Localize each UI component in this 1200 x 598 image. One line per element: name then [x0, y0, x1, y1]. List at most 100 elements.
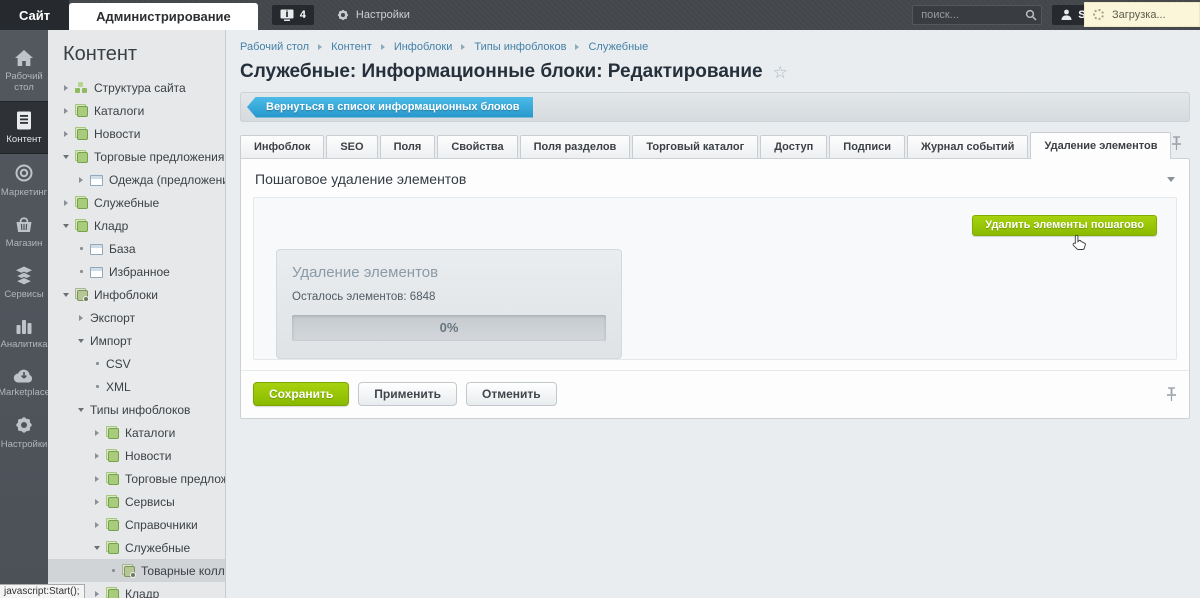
tree-item-infoblocks[interactable]: Инфоблоки	[48, 283, 225, 306]
tree-item-infoblock-types[interactable]: Типы инфоблоков	[48, 398, 225, 421]
pin-icon[interactable]	[1171, 136, 1182, 151]
tree-item-type-directories[interactable]: Справочники	[48, 513, 225, 536]
tree-item-service[interactable]: Служебные	[48, 191, 225, 214]
collapse-arrow-icon[interactable]	[78, 407, 84, 412]
rail-item-desktop[interactable]: Рабочий стол	[0, 40, 48, 101]
breadcrumb-link[interactable]: Инфоблоки	[394, 41, 453, 53]
infoblock-icon	[75, 150, 88, 163]
tab-section-fields[interactable]: Поля разделов	[519, 135, 631, 158]
expand-arrow-icon[interactable]	[64, 199, 68, 206]
delete-stepwise-button[interactable]: Удалить элементы пошагово	[972, 215, 1157, 236]
tab-fields[interactable]: Поля	[379, 135, 436, 158]
expand-arrow-icon[interactable]	[95, 452, 99, 459]
tree-item-clothes-offers[interactable]: Одежда (предложения)	[48, 168, 225, 191]
rail-item-marketplace[interactable]: Marketplace	[0, 358, 50, 406]
tree-item-export[interactable]: Экспорт	[48, 306, 225, 329]
monitor-icon	[280, 9, 294, 21]
tree-item-type-offers[interactable]: Торговые предложения	[48, 467, 225, 490]
loading-toast: Загрузка...	[1084, 2, 1200, 27]
user-icon	[1061, 9, 1072, 20]
edit-form-panel: Пошаговое удаление элементов Удалить эле…	[240, 158, 1190, 419]
tab-administration[interactable]: Администрирование	[69, 3, 258, 30]
tab-properties[interactable]: Свойства	[437, 135, 518, 158]
rail-item-settings[interactable]: Настройки	[0, 406, 48, 458]
tree-item-news[interactable]: Новости	[48, 122, 225, 145]
gear-icon	[337, 9, 348, 21]
tree-item-xml[interactable]: XML	[48, 375, 225, 398]
tree-item-label: Каталоги	[125, 425, 176, 440]
home-icon	[15, 50, 33, 66]
tree-item-base[interactable]: База	[48, 237, 225, 260]
collapse-arrow-icon[interactable]	[63, 223, 69, 228]
search-input[interactable]	[912, 5, 1043, 25]
tab-infoblock[interactable]: Инфоблок	[240, 135, 325, 158]
tab-event-log[interactable]: Журнал событий	[907, 135, 1029, 158]
rail-label: Контент	[6, 134, 42, 145]
bullet-icon	[111, 569, 115, 572]
tree-item-label: Одежда (предложения)	[109, 172, 225, 187]
breadcrumb-link[interactable]: Рабочий стол	[240, 41, 309, 53]
stepwise-delete-area: Удалить элементы пошагово Удаление элеме…	[253, 197, 1177, 360]
tree-item-type-service[interactable]: Служебные	[48, 536, 225, 559]
cancel-button[interactable]: Отменить	[466, 382, 557, 406]
expand-arrow-icon[interactable]	[64, 84, 68, 91]
infoblock-icon	[75, 219, 88, 232]
topbar-settings[interactable]: Настройки	[336, 0, 410, 30]
tab-delete-elements[interactable]: Удаление элементов	[1030, 132, 1172, 159]
rail-item-analytics[interactable]: Аналитика	[0, 308, 48, 358]
rail-label: Marketplace	[0, 387, 50, 398]
notification-counter[interactable]: 4	[271, 5, 314, 25]
tree-item-type-news[interactable]: Новости	[48, 444, 225, 467]
tree-item-kladr[interactable]: Кладр	[48, 214, 225, 237]
tree-item-offers[interactable]: Торговые предложения	[48, 145, 225, 168]
expand-arrow-icon[interactable]	[64, 107, 68, 114]
collapse-arrow-icon[interactable]	[78, 338, 84, 343]
tree-item-label: Инфоблоки	[94, 287, 158, 302]
tab-seo[interactable]: SEO	[326, 135, 378, 158]
tree-item-site-structure[interactable]: Структура сайта	[48, 76, 225, 99]
breadcrumb-link[interactable]: Служебные	[588, 41, 648, 53]
favorite-star-icon[interactable]: ☆	[773, 64, 788, 81]
breadcrumb-link[interactable]: Типы инфоблоков	[474, 41, 566, 53]
collapse-section-icon[interactable]	[1167, 176, 1175, 182]
tree-item-type-catalogs[interactable]: Каталоги	[48, 421, 225, 444]
tree-item-catalogs[interactable]: Каталоги	[48, 99, 225, 122]
tree-item-import[interactable]: Импорт	[48, 329, 225, 352]
expand-arrow-icon[interactable]	[95, 498, 99, 505]
tree-item-favorites[interactable]: Избранное	[48, 260, 225, 283]
tab-trade-catalog[interactable]: Торговый каталог	[632, 135, 759, 158]
rail-label: Рабочий стол	[5, 71, 43, 93]
tab-signatures[interactable]: Подписи	[829, 135, 906, 158]
tab-site[interactable]: Сайт	[0, 0, 70, 30]
collapse-arrow-icon[interactable]	[63, 292, 69, 297]
expand-arrow-icon[interactable]	[79, 314, 83, 321]
tree-item-product-collections[interactable]: Товарные коллекции	[48, 559, 225, 582]
rail-item-shop[interactable]: Магазин	[0, 206, 48, 257]
rail-item-marketing[interactable]: Маркетинг	[0, 154, 48, 206]
save-button[interactable]: Сохранить	[253, 382, 350, 406]
collapse-arrow-icon[interactable]	[94, 545, 100, 550]
page-title: Служебные: Информационные блоки: Редакти…	[240, 61, 763, 82]
remaining-elements-label: Осталось элементов: 6848	[292, 291, 436, 303]
expand-arrow-icon[interactable]	[95, 429, 99, 436]
pin-icon[interactable]	[1166, 387, 1177, 402]
rail-item-services[interactable]: Сервисы	[0, 257, 48, 308]
expand-arrow-icon[interactable]	[79, 176, 83, 183]
icon-sidebar: Рабочий стол Контент Маркетинг Магазин С…	[0, 30, 50, 598]
back-to-list-button[interactable]: Вернуться в список информационных блоков	[247, 96, 534, 118]
apply-button[interactable]: Применить	[358, 382, 458, 406]
tree-item-label: База	[109, 241, 136, 256]
expand-arrow-icon[interactable]	[95, 475, 99, 482]
expand-arrow-icon[interactable]	[95, 590, 99, 597]
tree-item-label: CSV	[106, 356, 131, 371]
rail-item-content[interactable]: Контент	[0, 101, 48, 154]
tree-item-type-services[interactable]: Сервисы	[48, 490, 225, 513]
tree-item-csv[interactable]: CSV	[48, 352, 225, 375]
expand-arrow-icon[interactable]	[95, 521, 99, 528]
browser-status-text: javascript:Start();	[0, 584, 85, 598]
collapse-arrow-icon[interactable]	[63, 154, 69, 159]
search-icon[interactable]	[1025, 9, 1037, 21]
breadcrumb-link[interactable]: Контент	[331, 41, 372, 53]
tab-access[interactable]: Доступ	[760, 135, 828, 158]
expand-arrow-icon[interactable]	[64, 130, 68, 137]
